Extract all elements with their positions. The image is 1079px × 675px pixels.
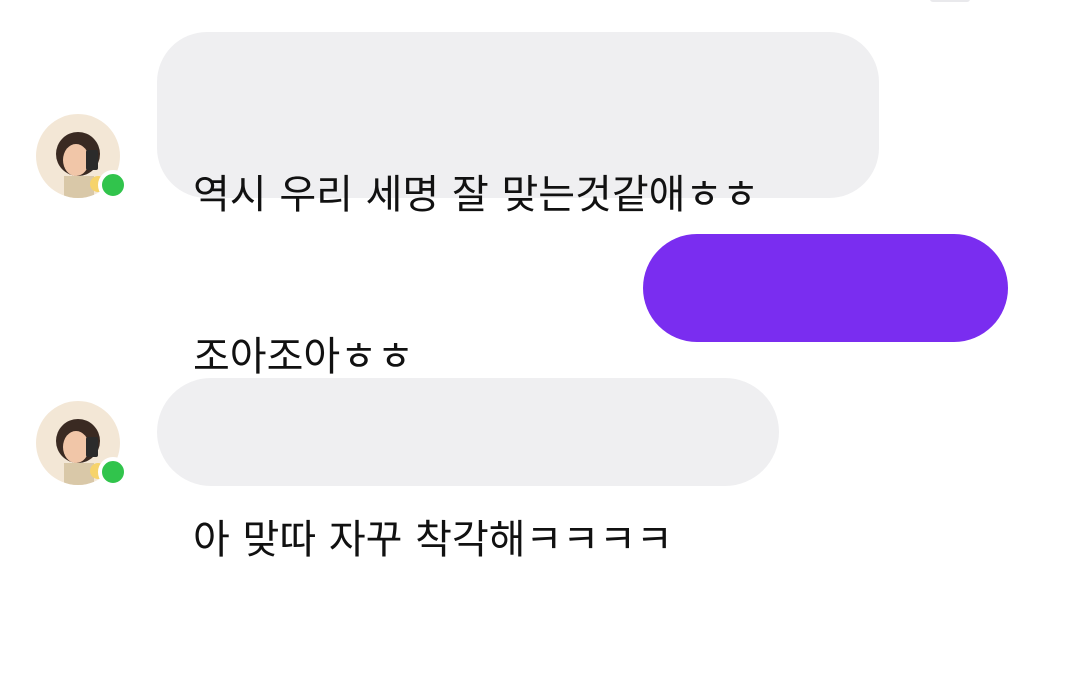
message-row-incoming: 역시 우리 세명 잘 맞는것같애ㅎㅎ 조아조아ㅎㅎ [0, 32, 1079, 380]
message-text-line: 역시 우리 세명 잘 맞는것같애ㅎㅎ [193, 172, 760, 218]
message-bubble-incoming[interactable]: 역시 우리 세명 잘 맞는것같애ㅎㅎ 조아조아ㅎㅎ [157, 32, 879, 380]
online-status-dot [98, 170, 128, 200]
top-edge-shadow [930, 0, 970, 2]
avatar[interactable] [36, 401, 128, 487]
message-text-line: 아 맞따 자꾸 착각해ㅋㅋㅋㅋ [193, 517, 673, 563]
message-bubble-incoming[interactable]: 아 맞따 자꾸 착각해ㅋㅋㅋㅋ [157, 378, 779, 563]
message-row-outgoing: 우리 두명인데? [0, 234, 1079, 419]
message-bubble-outgoing[interactable]: 우리 두명인데? [643, 234, 1008, 419]
avatar[interactable] [36, 114, 128, 200]
online-status-dot [98, 457, 128, 487]
message-row-incoming: 아 맞따 자꾸 착각해ㅋㅋㅋㅋ [0, 378, 1079, 563]
